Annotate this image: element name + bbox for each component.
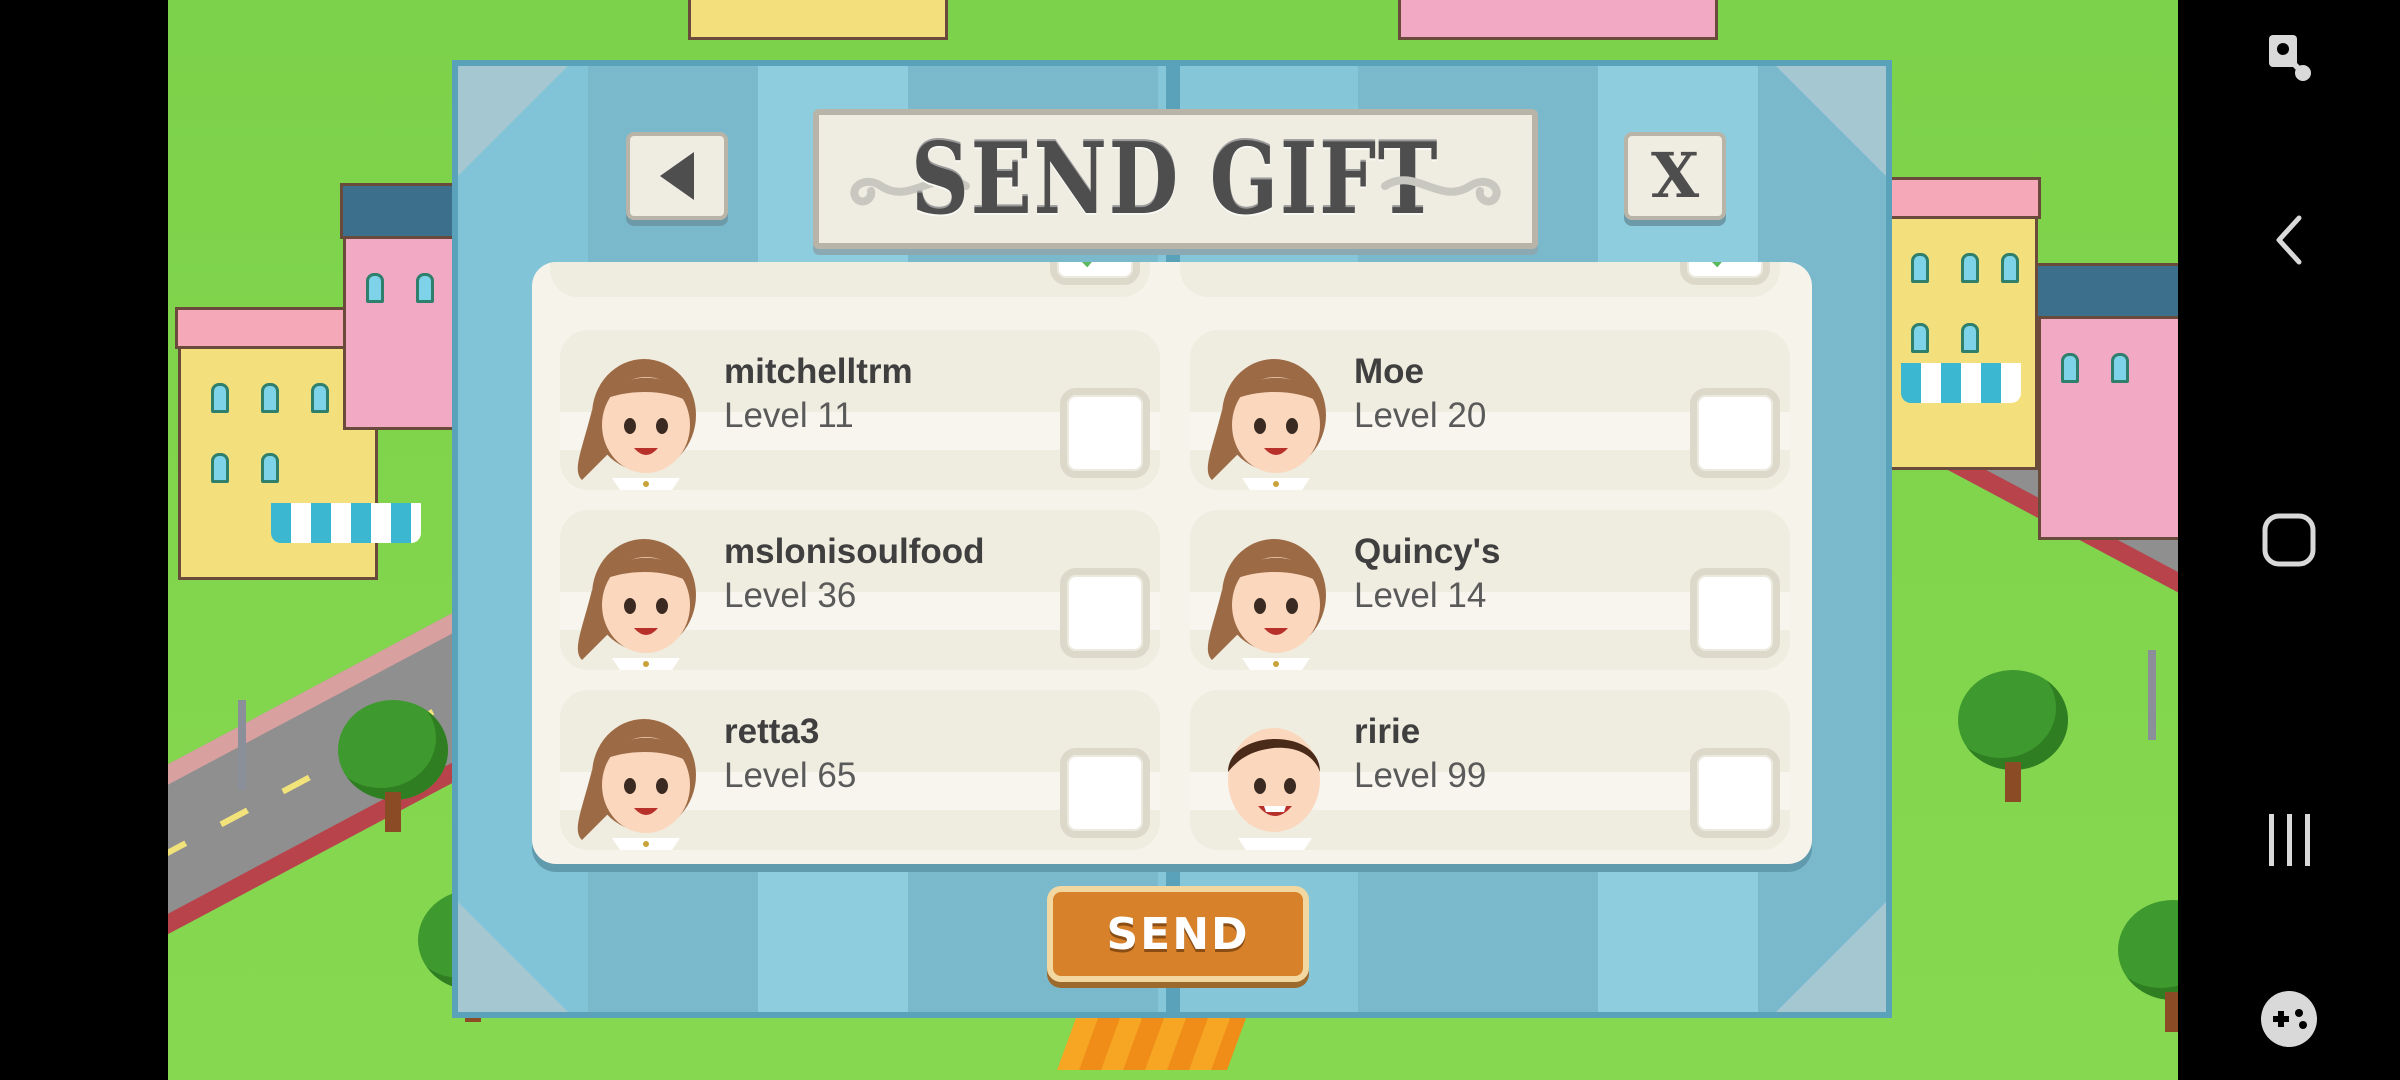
- friend-list[interactable]: mitchelltrm Level 11 Moe Level 20 msloni…: [532, 262, 1812, 864]
- tree: [2118, 900, 2178, 1032]
- street-lamp: [238, 700, 246, 790]
- select-checkbox[interactable]: [1060, 388, 1150, 478]
- list-item[interactable]: Moe Level 20: [1190, 330, 1790, 490]
- friend-level: Level 11: [724, 396, 854, 435]
- rooftop-building: [688, 0, 948, 40]
- close-icon: X: [1650, 139, 1700, 212]
- title-plaque: SEND GIFT: [813, 109, 1538, 249]
- street-lamp: [2148, 650, 2156, 740]
- list-item[interactable]: mitchelltrm Level 11: [560, 330, 1160, 490]
- select-checkbox[interactable]: [1060, 748, 1150, 838]
- select-checkbox[interactable]: [1690, 568, 1780, 658]
- list-item[interactable]: mslonisoulfood Level 36: [560, 510, 1160, 670]
- house-building: [2035, 263, 2178, 540]
- send-button-label: SEND: [1106, 908, 1250, 960]
- friend-name: ririe: [1354, 712, 1421, 751]
- back-button[interactable]: [626, 132, 728, 220]
- back-arrow-icon: [660, 152, 694, 200]
- send-gift-dialog: SEND GIFT X mitchelltrm Level 11 Moe Lev…: [452, 60, 1892, 1018]
- shop-building: [1885, 177, 2041, 470]
- select-checkbox[interactable]: [1060, 568, 1150, 658]
- friend-name: mslonisoulfood: [724, 532, 985, 571]
- chef-avatar: [1207, 359, 1326, 490]
- friend-name: retta3: [724, 712, 820, 751]
- screen-pin-icon[interactable]: [2178, 24, 2400, 94]
- tree: [338, 700, 448, 832]
- house-building: [340, 183, 466, 430]
- path-tiles: [1057, 1010, 1249, 1070]
- close-button[interactable]: X: [1624, 132, 1726, 220]
- list-item[interactable]: ririe Level 99: [1190, 690, 1790, 850]
- checkbox-checked[interactable]: [1050, 262, 1140, 285]
- friend-level: Level 20: [1354, 396, 1487, 435]
- checkbox-checked[interactable]: [1680, 262, 1770, 285]
- select-checkbox[interactable]: [1690, 388, 1780, 478]
- send-button[interactable]: SEND: [1047, 886, 1309, 982]
- dialog-title: SEND GIFT: [911, 121, 1440, 237]
- friend-level: Level 65: [724, 756, 857, 795]
- chef-avatar: [577, 719, 696, 850]
- friend-level: Level 14: [1354, 576, 1487, 615]
- friend-level: Level 36: [724, 576, 857, 615]
- friend-name: Quincy's: [1354, 532, 1501, 571]
- friend-name: Moe: [1354, 352, 1424, 391]
- rooftop-building: [1398, 0, 1718, 40]
- list-item-partial: [1180, 262, 1780, 297]
- list-item[interactable]: retta3 Level 65: [560, 690, 1160, 850]
- system-navigation-bar: [2178, 0, 2400, 1080]
- list-item[interactable]: Quincy's Level 14: [1190, 510, 1790, 670]
- back-icon[interactable]: [2178, 200, 2400, 280]
- chef-avatar: [577, 359, 696, 490]
- flourish-icon: [1381, 176, 1501, 206]
- friend-name: mitchelltrm: [724, 352, 913, 391]
- friend-level: Level 99: [1354, 756, 1487, 795]
- game-tools-icon[interactable]: [2178, 984, 2400, 1054]
- recents-icon[interactable]: [2178, 800, 2400, 880]
- chef-avatar-male: [1228, 728, 1320, 850]
- chef-avatar: [577, 539, 696, 670]
- list-item-partial: [550, 262, 1150, 297]
- chef-avatar: [1207, 539, 1326, 670]
- select-checkbox[interactable]: [1690, 748, 1780, 838]
- tree: [1958, 670, 2068, 802]
- home-icon[interactable]: [2178, 500, 2400, 580]
